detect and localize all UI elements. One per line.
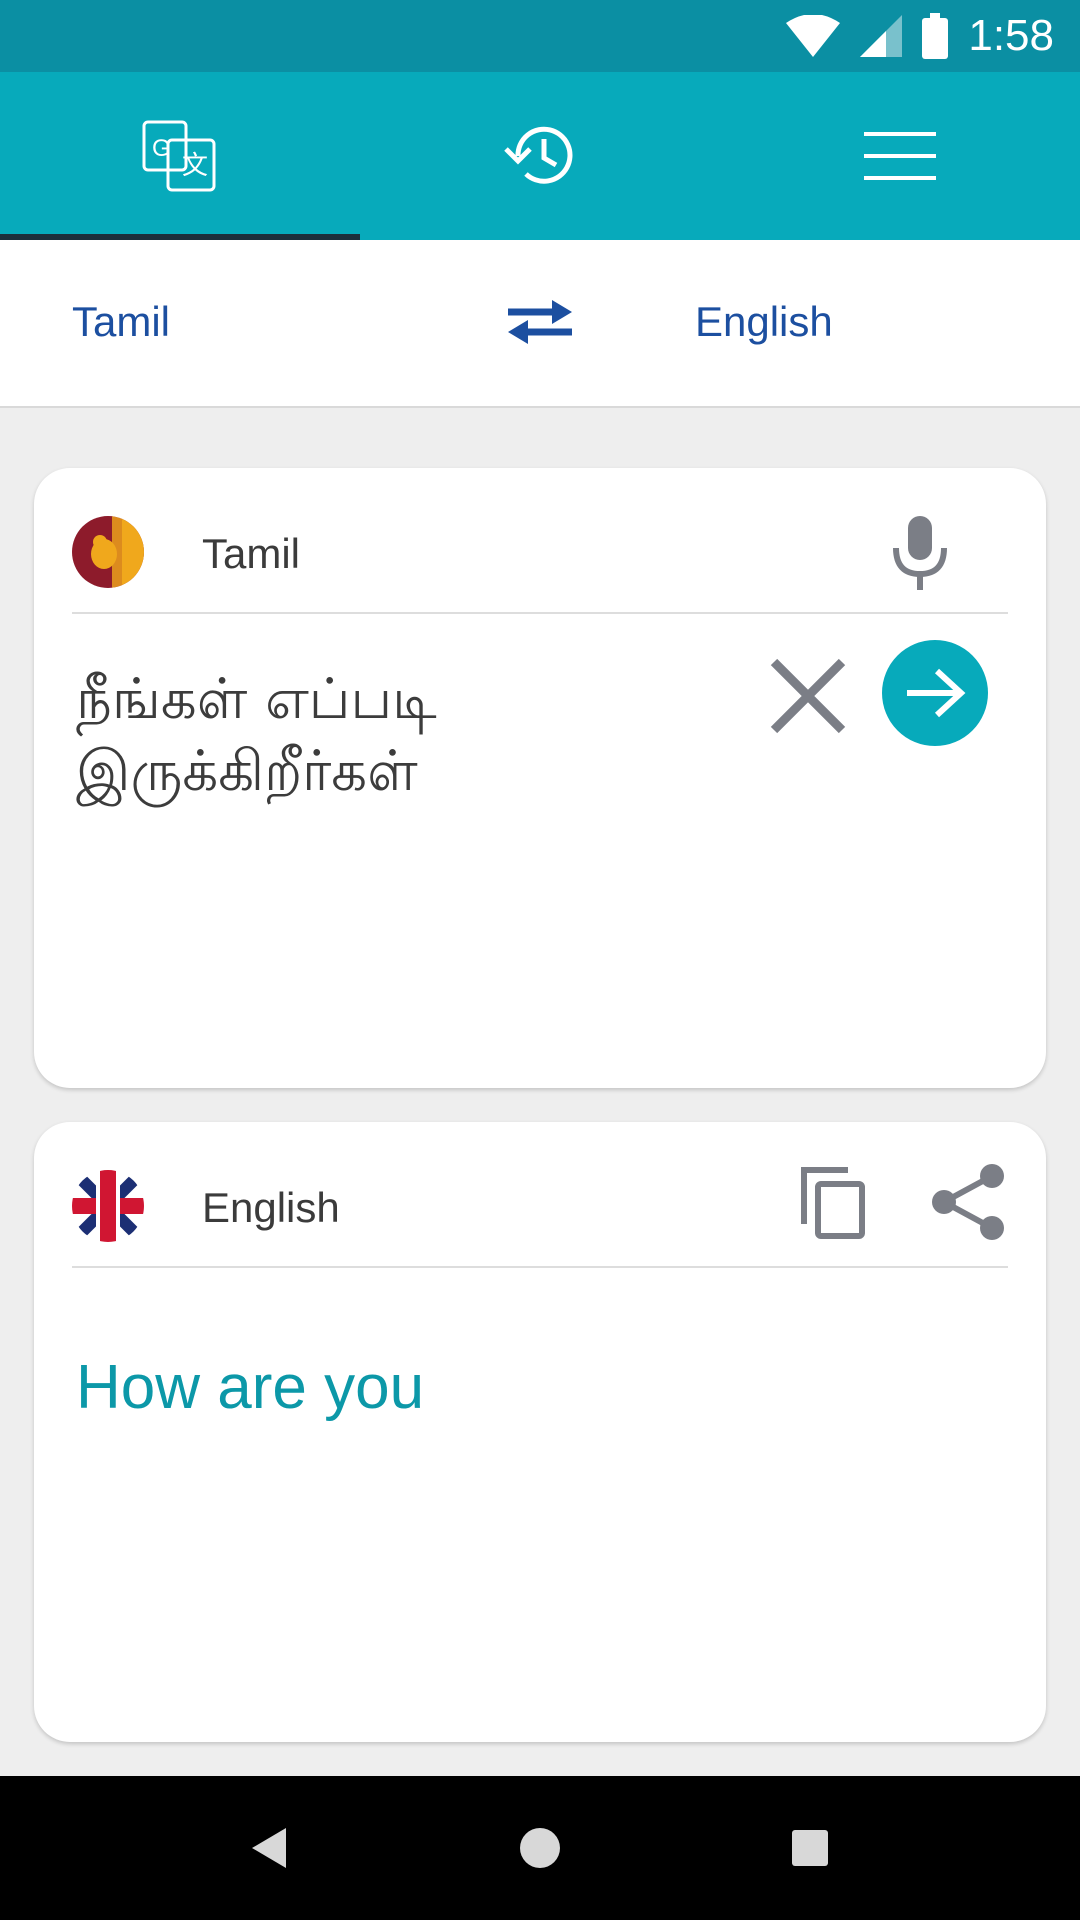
tab-menu[interactable] <box>720 72 1080 240</box>
nav-recents-button[interactable] <box>778 1816 842 1880</box>
swap-arrows-icon <box>508 300 572 344</box>
translated-text: How are you <box>76 1353 425 1422</box>
nav-home-button[interactable] <box>508 1816 572 1880</box>
share-icon <box>932 1164 1004 1240</box>
system-nav-bar <box>0 1776 1080 1920</box>
result-card-language: English <box>202 1184 340 1231</box>
copy-button[interactable] <box>798 1164 868 1245</box>
language-bar: Tamil English <box>0 240 1080 408</box>
clear-button[interactable] <box>760 648 856 744</box>
translate-go-button[interactable] <box>882 640 988 746</box>
battery-icon <box>922 13 949 59</box>
menu-icon <box>864 132 936 180</box>
home-icon <box>520 1828 560 1868</box>
source-card-header: Tamil <box>72 468 1008 614</box>
share-button[interactable] <box>930 1164 1008 1245</box>
target-language-selector[interactable]: English <box>695 298 833 346</box>
status-icons: 1:58 <box>786 12 1054 60</box>
signal-icon <box>860 15 903 57</box>
recents-icon <box>792 1830 828 1866</box>
svg-text:文: 文 <box>182 151 208 181</box>
microphone-button[interactable] <box>892 516 948 595</box>
swap-languages-button[interactable] <box>500 292 580 357</box>
translate-go-icon <box>907 668 966 718</box>
result-card: English How are you <box>34 1122 1046 1742</box>
status-bar: 1:58 <box>0 0 1080 72</box>
wifi-icon <box>786 15 841 57</box>
sri-lanka-flag <box>72 516 144 588</box>
source-card: Tamil நீங்கள் எப்படி இருக்கிறீர்கள் <box>34 468 1046 1088</box>
back-icon <box>252 1828 286 1868</box>
clear-icon <box>770 658 846 734</box>
source-card-language: Tamil <box>202 530 301 577</box>
source-language-selector[interactable]: Tamil <box>72 298 170 346</box>
tab-translate[interactable]: G 文 <box>0 72 360 240</box>
result-card-header: English <box>72 1122 1008 1268</box>
status-time: 1:58 <box>968 11 1054 60</box>
nav-back-button[interactable] <box>238 1816 302 1880</box>
toolbar: G 文 <box>0 72 1080 240</box>
source-text[interactable]: நீங்கள் எப்படி இருக்கிறீர்கள் <box>76 664 716 808</box>
svg-text:G: G <box>152 135 171 162</box>
history-icon <box>504 126 573 184</box>
mic-icon <box>893 516 947 590</box>
translate-icon: G 文 <box>142 120 216 192</box>
copy-icon <box>801 1167 865 1239</box>
tab-history[interactable] <box>360 72 720 240</box>
uk-flag <box>72 1170 144 1242</box>
